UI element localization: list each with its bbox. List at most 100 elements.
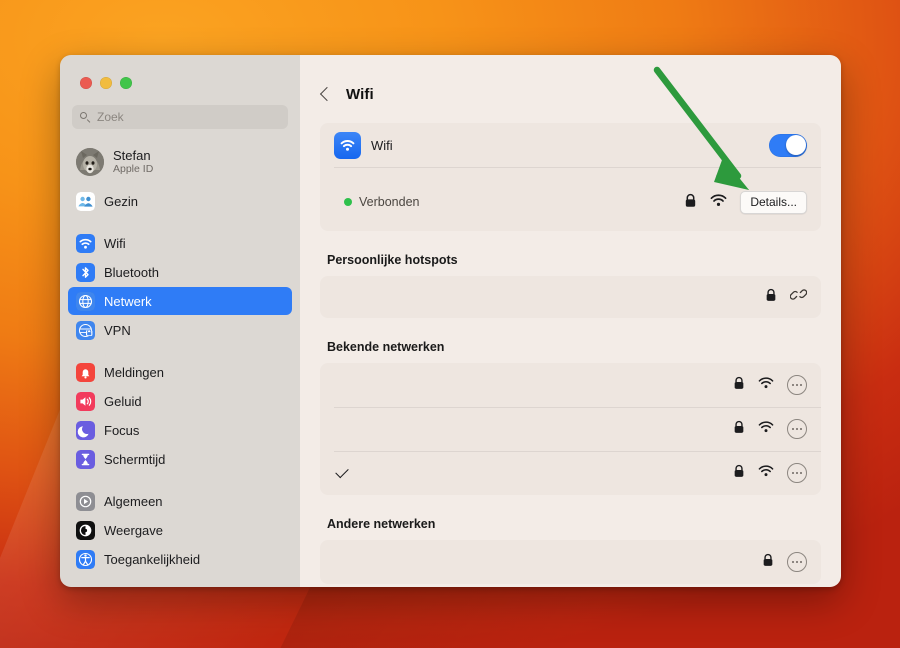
back-chevron-icon[interactable] — [319, 86, 335, 102]
lock-icon — [733, 376, 745, 395]
sidebar-item-apple-id[interactable]: Stefan Apple ID — [68, 141, 292, 183]
focus-moon-icon — [76, 420, 95, 440]
wifi-signal-icon — [758, 420, 774, 438]
lock-icon — [684, 193, 697, 213]
family-icon — [76, 191, 95, 211]
sidebar-item-label: Bluetooth — [104, 264, 159, 280]
table-row[interactable] — [320, 407, 821, 451]
connected-network-info: Verbonden — [334, 175, 419, 209]
wifi-signal-icon — [758, 464, 774, 482]
appearance-icon — [76, 520, 95, 540]
desktop-wallpaper: Zoek Stefan Apple ID Gezin Wifi Bluetoot… — [0, 0, 900, 648]
sidebar-item-label: Focus — [104, 422, 140, 438]
content-header: Wifi — [300, 55, 841, 111]
sidebar-item-label: Toegankelijkheid — [104, 551, 201, 567]
screentime-hourglass-icon — [76, 449, 95, 469]
avatar — [76, 148, 104, 176]
row-icons — [733, 419, 807, 439]
network-globe-icon — [76, 291, 95, 311]
wifi-toggle[interactable] — [769, 133, 807, 157]
connected-network-row[interactable]: Verbonden Details... — [320, 167, 821, 231]
sidebar-item-wifi[interactable]: Wifi — [68, 229, 292, 257]
checkmark-icon — [335, 464, 349, 479]
search-placeholder: Zoek — [97, 110, 124, 124]
wifi-app-icon — [334, 131, 361, 159]
vpn-icon — [76, 320, 95, 340]
sidebar-item-weergave[interactable]: Weergave — [68, 516, 292, 544]
search-input[interactable]: Zoek — [72, 105, 288, 129]
page-title: Wifi — [346, 85, 374, 103]
lock-icon — [733, 420, 745, 439]
table-row[interactable] — [320, 276, 821, 318]
sidebar: Zoek Stefan Apple ID Gezin Wifi Bluetoot… — [60, 55, 300, 587]
connected-network-actions: Details... — [684, 191, 807, 214]
general-gear-icon — [76, 491, 95, 511]
row-icons — [765, 287, 808, 307]
more-options-icon[interactable] — [787, 419, 807, 439]
more-options-icon[interactable] — [787, 375, 807, 395]
sidebar-list: Stefan Apple ID Gezin Wifi Bluetooth Net… — [60, 141, 300, 573]
table-row[interactable] — [320, 540, 821, 584]
section-title-other-networks: Andere netwerken — [327, 517, 436, 531]
zoom-button[interactable] — [120, 77, 132, 89]
sidebar-item-label: Gezin — [104, 193, 138, 209]
more-options-icon[interactable] — [787, 463, 807, 483]
lock-icon — [762, 553, 774, 572]
section-title-hotspots: Persoonlijke hotspots — [327, 253, 458, 267]
sidebar-divider-2 — [68, 345, 292, 358]
link-icon — [789, 287, 808, 307]
system-settings-window: Zoek Stefan Apple ID Gezin Wifi Bluetoot… — [60, 55, 841, 587]
status-text: Verbonden — [359, 195, 420, 209]
row-icons — [733, 375, 807, 395]
lock-icon — [733, 464, 745, 483]
details-button[interactable]: Details... — [740, 191, 807, 214]
accessibility-icon — [76, 549, 95, 569]
sidebar-item-geluid[interactable]: Geluid — [68, 387, 292, 415]
notifications-bell-icon — [76, 362, 95, 382]
sidebar-item-vpn[interactable]: VPN — [68, 316, 292, 344]
content-pane: Wifi Wifi Verbonden Details... Persoonli… — [300, 55, 841, 587]
sidebar-item-label: Geluid — [104, 393, 142, 409]
sidebar-item-label: Netwerk — [104, 293, 152, 309]
sidebar-item-gezin[interactable]: Gezin — [68, 187, 292, 215]
bluetooth-icon — [76, 262, 95, 282]
sidebar-item-label: Wifi — [104, 235, 126, 251]
search-icon — [80, 111, 91, 123]
account-text: Stefan Apple ID — [113, 148, 153, 176]
table-row[interactable] — [320, 363, 821, 407]
wifi-toggle-row: Wifi — [320, 123, 821, 167]
sidebar-item-toegankelijkheid[interactable]: Toegankelijkheid — [68, 545, 292, 573]
close-button[interactable] — [80, 77, 92, 89]
sidebar-divider-3 — [68, 474, 292, 487]
minimize-button[interactable] — [100, 77, 112, 89]
section-title-known-networks: Bekende netwerken — [327, 340, 445, 354]
row-icons — [733, 463, 807, 483]
sidebar-item-bluetooth[interactable]: Bluetooth — [68, 258, 292, 286]
wifi-icon — [76, 233, 95, 253]
sidebar-item-schermtijd[interactable]: Schermtijd — [68, 445, 292, 473]
more-options-icon[interactable] — [787, 552, 807, 572]
window-traffic-lights — [60, 55, 300, 89]
sidebar-item-label: Meldingen — [104, 364, 164, 380]
sidebar-item-algemeen[interactable]: Algemeen — [68, 487, 292, 515]
connection-status: Verbonden — [344, 195, 419, 209]
sidebar-item-meldingen[interactable]: Meldingen — [68, 358, 292, 386]
search-container: Zoek — [72, 105, 288, 129]
row-icons — [762, 552, 807, 572]
table-row[interactable] — [320, 451, 821, 495]
status-badge — [344, 198, 352, 206]
sidebar-item-netwerk[interactable]: Netwerk — [68, 287, 292, 315]
wifi-card: Wifi Verbonden Details... — [320, 123, 821, 231]
sound-speaker-icon — [76, 391, 95, 411]
wifi-row-label: Wifi — [371, 137, 393, 153]
sidebar-item-focus[interactable]: Focus — [68, 416, 292, 444]
account-name: Stefan — [113, 148, 151, 164]
wifi-signal-icon — [758, 376, 774, 394]
wifi-signal-icon — [710, 193, 727, 212]
sidebar-item-label: Schermtijd — [104, 451, 166, 467]
hotspots-card — [320, 276, 821, 318]
toggle-knob — [785, 135, 806, 155]
sidebar-divider-1 — [68, 216, 292, 229]
known-networks-card — [320, 363, 821, 495]
sidebar-item-label: Weergave — [104, 522, 164, 538]
